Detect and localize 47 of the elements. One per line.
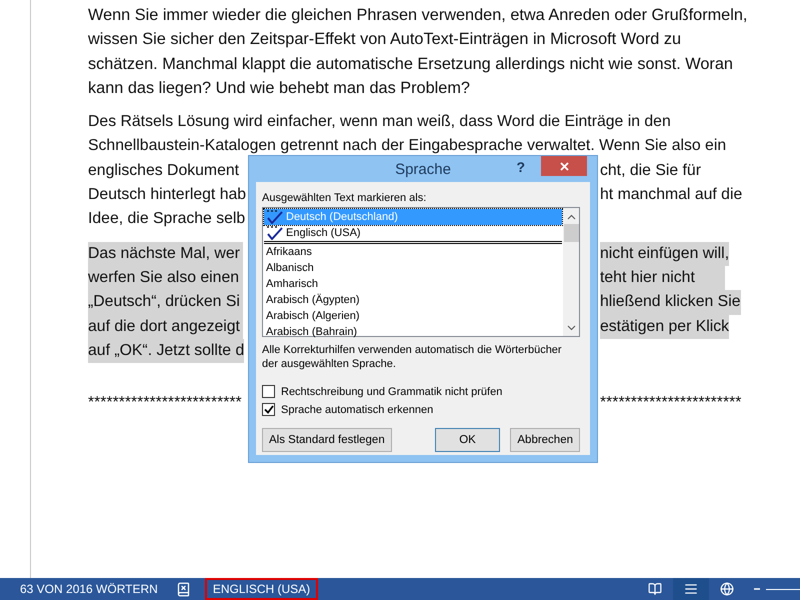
text-line: Deutsch hinterlegt hab — [88, 185, 246, 206]
scroll-thumb[interactable] — [564, 224, 578, 242]
text-line: Idee, die Sprache selb — [88, 209, 246, 230]
text-line: cht, die Sie für — [600, 160, 702, 181]
scroll-down-icon[interactable] — [566, 325, 576, 331]
language-item[interactable]: Albanisch — [264, 260, 562, 276]
view-button[interactable] — [673, 578, 709, 600]
text-line: ht manchmal auf die — [600, 185, 742, 206]
help-button[interactable]: ? — [516, 159, 525, 175]
dialog-button[interactable]: Abbrechen — [510, 428, 580, 452]
word-count[interactable]: 63 VON 2016 WÖRTERN — [0, 582, 158, 596]
language-item[interactable]: Arabisch (Bahrain) — [264, 324, 562, 340]
dialog-title: Sprache — [395, 160, 451, 178]
scrollbar[interactable] — [563, 208, 579, 336]
text-line: kann das liegen? Und wie behebt man das Problem? — [88, 78, 470, 99]
list-label: Ausgewählten Text markieren als: — [262, 192, 428, 204]
close-icon — [560, 162, 568, 170]
dialog-button[interactable]: Als Standard festlegen — [262, 428, 392, 452]
checkbox-label[interactable]: Rechtschreibung und Grammatik nicht prüfen — [281, 386, 502, 398]
web-layout-icon — [720, 582, 734, 596]
text-line: Wenn Sie immer wieder die gleichen Phrasen verwenden, etwa Anreden oder Grußformeln, — [88, 5, 748, 26]
close-button[interactable] — [541, 156, 587, 176]
text-line: schätzen. Manchmal klappt die automatische Ersetzung allerdings nicht wie sonst. Woran — [88, 54, 733, 75]
language-item[interactable]: Afrikaans — [264, 244, 562, 260]
language-item[interactable]: Arabisch (Ägypten) — [264, 292, 562, 308]
text-line: wissen Sie sicher den Zeitspar-Effekt von AutoText-Einträgen in Microsoft Word zu — [88, 29, 682, 50]
language-item[interactable]: Englisch (USA) — [264, 225, 562, 244]
text-line: ************************* — [88, 393, 243, 414]
read-mode-icon — [648, 582, 662, 596]
spellcheck-icon — [266, 210, 284, 224]
dialog-button[interactable]: OK — [434, 428, 500, 452]
checkbox[interactable] — [262, 403, 275, 416]
checkbox[interactable] — [262, 385, 275, 398]
language-indicator[interactable]: ENGLISCH (USA) — [204, 578, 318, 600]
text-line: *********************** — [600, 393, 742, 414]
note-text: Alle Korrekturhilfen verwenden automatisch die Wörterbücher der ausgewählten Sprache. — [262, 343, 563, 371]
language-list[interactable]: Deutsch (Deutschland) Englisch (USA) Afrikaans Albanisch Amharisch Arabisch (Ägypten) Arabisch (Algerien) Arabisch (Bahrain) — [262, 207, 580, 337]
print-layout-icon — [684, 582, 698, 596]
proofing-icon[interactable] — [176, 582, 191, 596]
checkbox-label[interactable]: Sprache automatisch erkennen — [281, 404, 434, 416]
language-item[interactable]: Amharisch — [264, 276, 562, 292]
scroll-up-icon[interactable] — [566, 214, 576, 220]
language-item[interactable]: Arabisch (Algerien) — [264, 308, 562, 324]
text-line: englisches Dokument — [88, 160, 240, 181]
spellcheck-icon — [266, 226, 284, 240]
text-line: Schnellbaustein-Katalogen getrennt nach der Eingabesprache verwaltet. Wenn Sie also ein — [88, 136, 726, 156]
text-line: Des Rätsels Lösung wird einfacher, wenn man weiß, dass Word die Einträge in den — [88, 112, 671, 132]
